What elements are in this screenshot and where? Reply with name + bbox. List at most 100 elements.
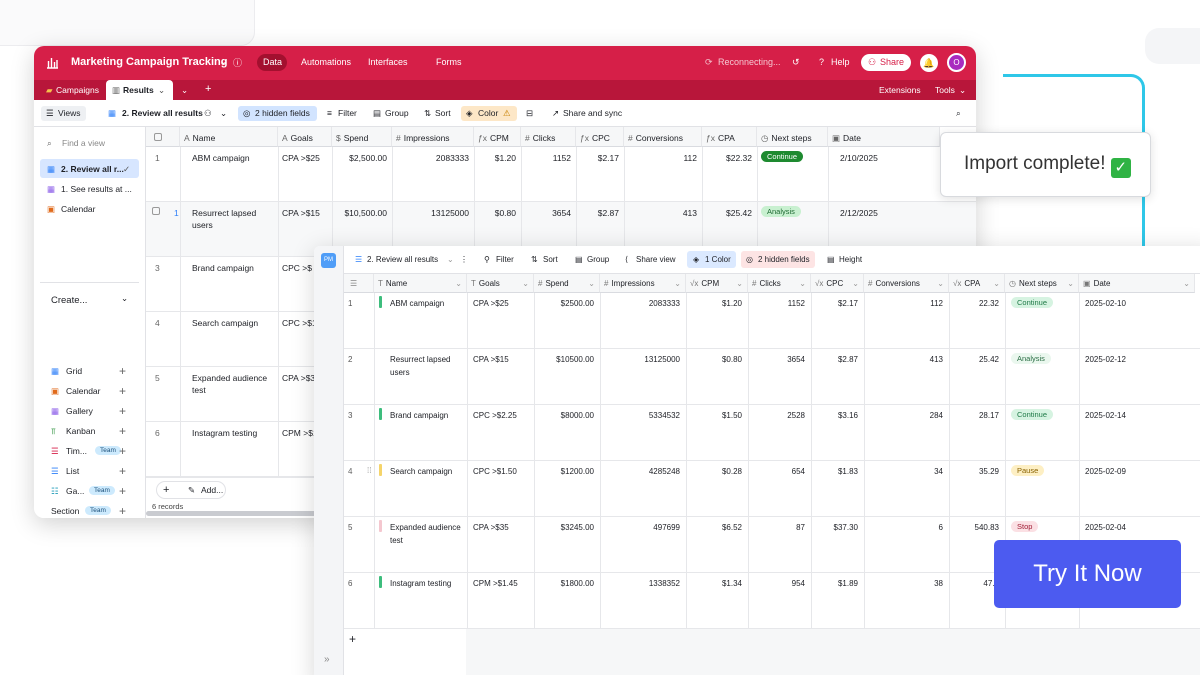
search-icon[interactable]: ⌕	[956, 108, 961, 119]
cell-name[interactable]: Instagram testing	[192, 428, 257, 438]
create-item-label[interactable]: Kanban	[66, 426, 95, 436]
chevron-down-icon[interactable]: ⌄	[1183, 279, 1190, 288]
chevron-down-icon[interactable]: ⌄	[455, 279, 462, 288]
find-view-input[interactable]: Find a view	[62, 138, 105, 148]
cell-spend[interactable]: $2,500.00	[332, 153, 387, 163]
cell-imp[interactable]: 2083333	[600, 299, 680, 308]
cell-goals[interactable]: CPC >$1	[282, 318, 317, 328]
cell-imp[interactable]: 13125000	[392, 208, 469, 218]
cell-name[interactable]: Search campaign	[390, 467, 452, 476]
next-steps-badge[interactable]: Analysis	[761, 206, 801, 217]
cell-imp[interactable]: 4285248	[600, 467, 680, 476]
cell-cpm[interactable]: $0.80	[474, 208, 516, 218]
chevron-down-icon[interactable]: ⌄	[937, 279, 944, 288]
cell-conv[interactable]: 112	[864, 299, 943, 308]
add-icon[interactable]: +	[119, 364, 126, 378]
add-table-icon[interactable]: +	[205, 83, 211, 95]
select-all-header[interactable]	[146, 127, 180, 147]
column-header-next[interactable]: ◷ Next steps	[757, 127, 828, 147]
cell-date[interactable]: 2025-02-04	[1085, 523, 1126, 532]
next-steps-badge[interactable]: Continue	[761, 151, 804, 162]
expand-icon[interactable]: »	[324, 654, 330, 665]
next-steps-badge[interactable]: Stop	[1011, 521, 1039, 532]
cell-cpm[interactable]: $0.80	[686, 355, 742, 364]
cell-cpc[interactable]: $2.17	[576, 153, 619, 163]
row-height-icon[interactable]: ⊟	[526, 108, 533, 119]
cell-conv[interactable]: 284	[864, 411, 943, 420]
cell-clicks[interactable]: 87	[748, 523, 805, 532]
add-icon[interactable]: +	[119, 484, 126, 498]
notification-button[interactable]: 🔔	[920, 54, 938, 72]
view-name[interactable]: 2. Review all results	[122, 108, 203, 118]
cell-spend[interactable]: $3245.00	[534, 523, 594, 532]
cell-goals[interactable]: CPA >$25	[473, 299, 509, 308]
create-item-label[interactable]: Calendar	[66, 386, 101, 396]
chevron-down-icon[interactable]: ⌄	[588, 279, 595, 288]
view-name[interactable]: 2. Review all results	[367, 255, 438, 264]
cell-name[interactable]: Resurrect lapsed	[192, 208, 256, 218]
checkbox-icon[interactable]	[152, 207, 160, 215]
column-header-date[interactable]: ▣ Date ⌄	[1079, 274, 1195, 293]
add-icon[interactable]: +	[119, 504, 126, 518]
cell-imp[interactable]: 13125000	[600, 355, 680, 364]
cell-imp[interactable]: 2083333	[392, 153, 469, 163]
drag-handle-icon[interactable]: ⁞⁞	[367, 466, 371, 475]
chevron-down-icon[interactable]: ⌄	[158, 85, 165, 96]
chevron-down-icon[interactable]: ⌄	[736, 279, 743, 288]
cell-cpa[interactable]: 47.3	[949, 579, 999, 588]
next-steps-badge[interactable]: Pause	[1011, 465, 1045, 476]
cell-clicks[interactable]: 3654	[521, 208, 571, 218]
cell-date[interactable]: 2/10/2025	[840, 153, 878, 163]
cell-name[interactable]: Brand campaign	[192, 263, 254, 273]
chevron-down-icon[interactable]: ⌄	[181, 85, 188, 96]
base-name[interactable]: Marketing Campaign Tracking	[71, 56, 227, 68]
cell-cpm[interactable]: $1.20	[474, 153, 516, 163]
try-it-now-button[interactable]: Try It Now	[994, 540, 1181, 608]
cell-imp[interactable]: 1338352	[600, 579, 680, 588]
chevron-down-icon[interactable]: ⌄	[852, 279, 859, 288]
cell-goals[interactable]: CPC >$	[282, 263, 312, 273]
cell-cpc[interactable]: $37.30	[811, 523, 858, 532]
extensions-link[interactable]: Extensions	[879, 85, 921, 95]
column-header-name[interactable]: T Name ⌄	[374, 274, 467, 293]
cell-spend[interactable]: $1200.00	[534, 467, 594, 476]
add-icon[interactable]: +	[119, 384, 126, 398]
tab-interfaces[interactable]: Interfaces	[368, 57, 408, 67]
share-view-button[interactable]: Share view	[636, 255, 676, 264]
cell-goals[interactable]: CPA >$25	[282, 153, 320, 163]
tab-campaigns[interactable]: Campaigns	[56, 85, 99, 95]
column-header-conv[interactable]: # Conversions ⌄	[864, 274, 949, 293]
cell-name[interactable]: Expanded audience	[390, 523, 461, 532]
cell-cpa[interactable]: $22.32	[702, 153, 752, 163]
cell-goals[interactable]: CPA >$15	[282, 208, 320, 218]
cell-spend[interactable]: $8000.00	[534, 411, 594, 420]
cell-cpc[interactable]: $1.83	[811, 467, 858, 476]
cell-goals[interactable]: CPC >$2.25	[473, 411, 517, 420]
cell-imp[interactable]: 497699	[600, 523, 680, 532]
tab-data[interactable]: Data	[263, 57, 282, 67]
add-icon[interactable]: +	[119, 444, 126, 458]
cell-cpm[interactable]: $1.50	[686, 411, 742, 420]
cell-clicks[interactable]: 954	[748, 579, 805, 588]
cell-date[interactable]: 2025-02-10	[1085, 299, 1126, 308]
chevron-down-icon[interactable]: ⌄	[220, 108, 227, 119]
cell-name[interactable]: Expanded audience	[192, 373, 267, 383]
column-header-next[interactable]: ◷ Next steps ⌄	[1005, 274, 1079, 293]
cell-conv[interactable]: 6	[864, 523, 943, 532]
cell-clicks[interactable]: 654	[748, 467, 805, 476]
workspace-badge[interactable]: PM	[321, 253, 336, 268]
cell-clicks[interactable]: 2528	[748, 411, 805, 420]
row-header[interactable]: ☰	[344, 274, 374, 293]
next-steps-badge[interactable]: Analysis	[1011, 353, 1051, 364]
add-icon[interactable]: +	[119, 424, 126, 438]
chevron-down-icon[interactable]: ⌄	[220, 56, 228, 67]
cell-goals[interactable]: CPC >$1.50	[473, 467, 517, 476]
sort-button[interactable]: Sort	[543, 255, 558, 264]
cell-name[interactable]: ABM campaign	[192, 153, 250, 163]
tab-automations[interactable]: Automations	[301, 57, 351, 67]
column-header-name[interactable]: A Name	[180, 127, 278, 147]
cell-date[interactable]: 2025-02-12	[1085, 355, 1126, 364]
chevron-down-icon[interactable]: ⌄	[993, 279, 1000, 288]
create-item-label[interactable]: Tim...	[66, 446, 87, 456]
sidebar-item-calendar[interactable]: Calendar	[61, 204, 96, 214]
